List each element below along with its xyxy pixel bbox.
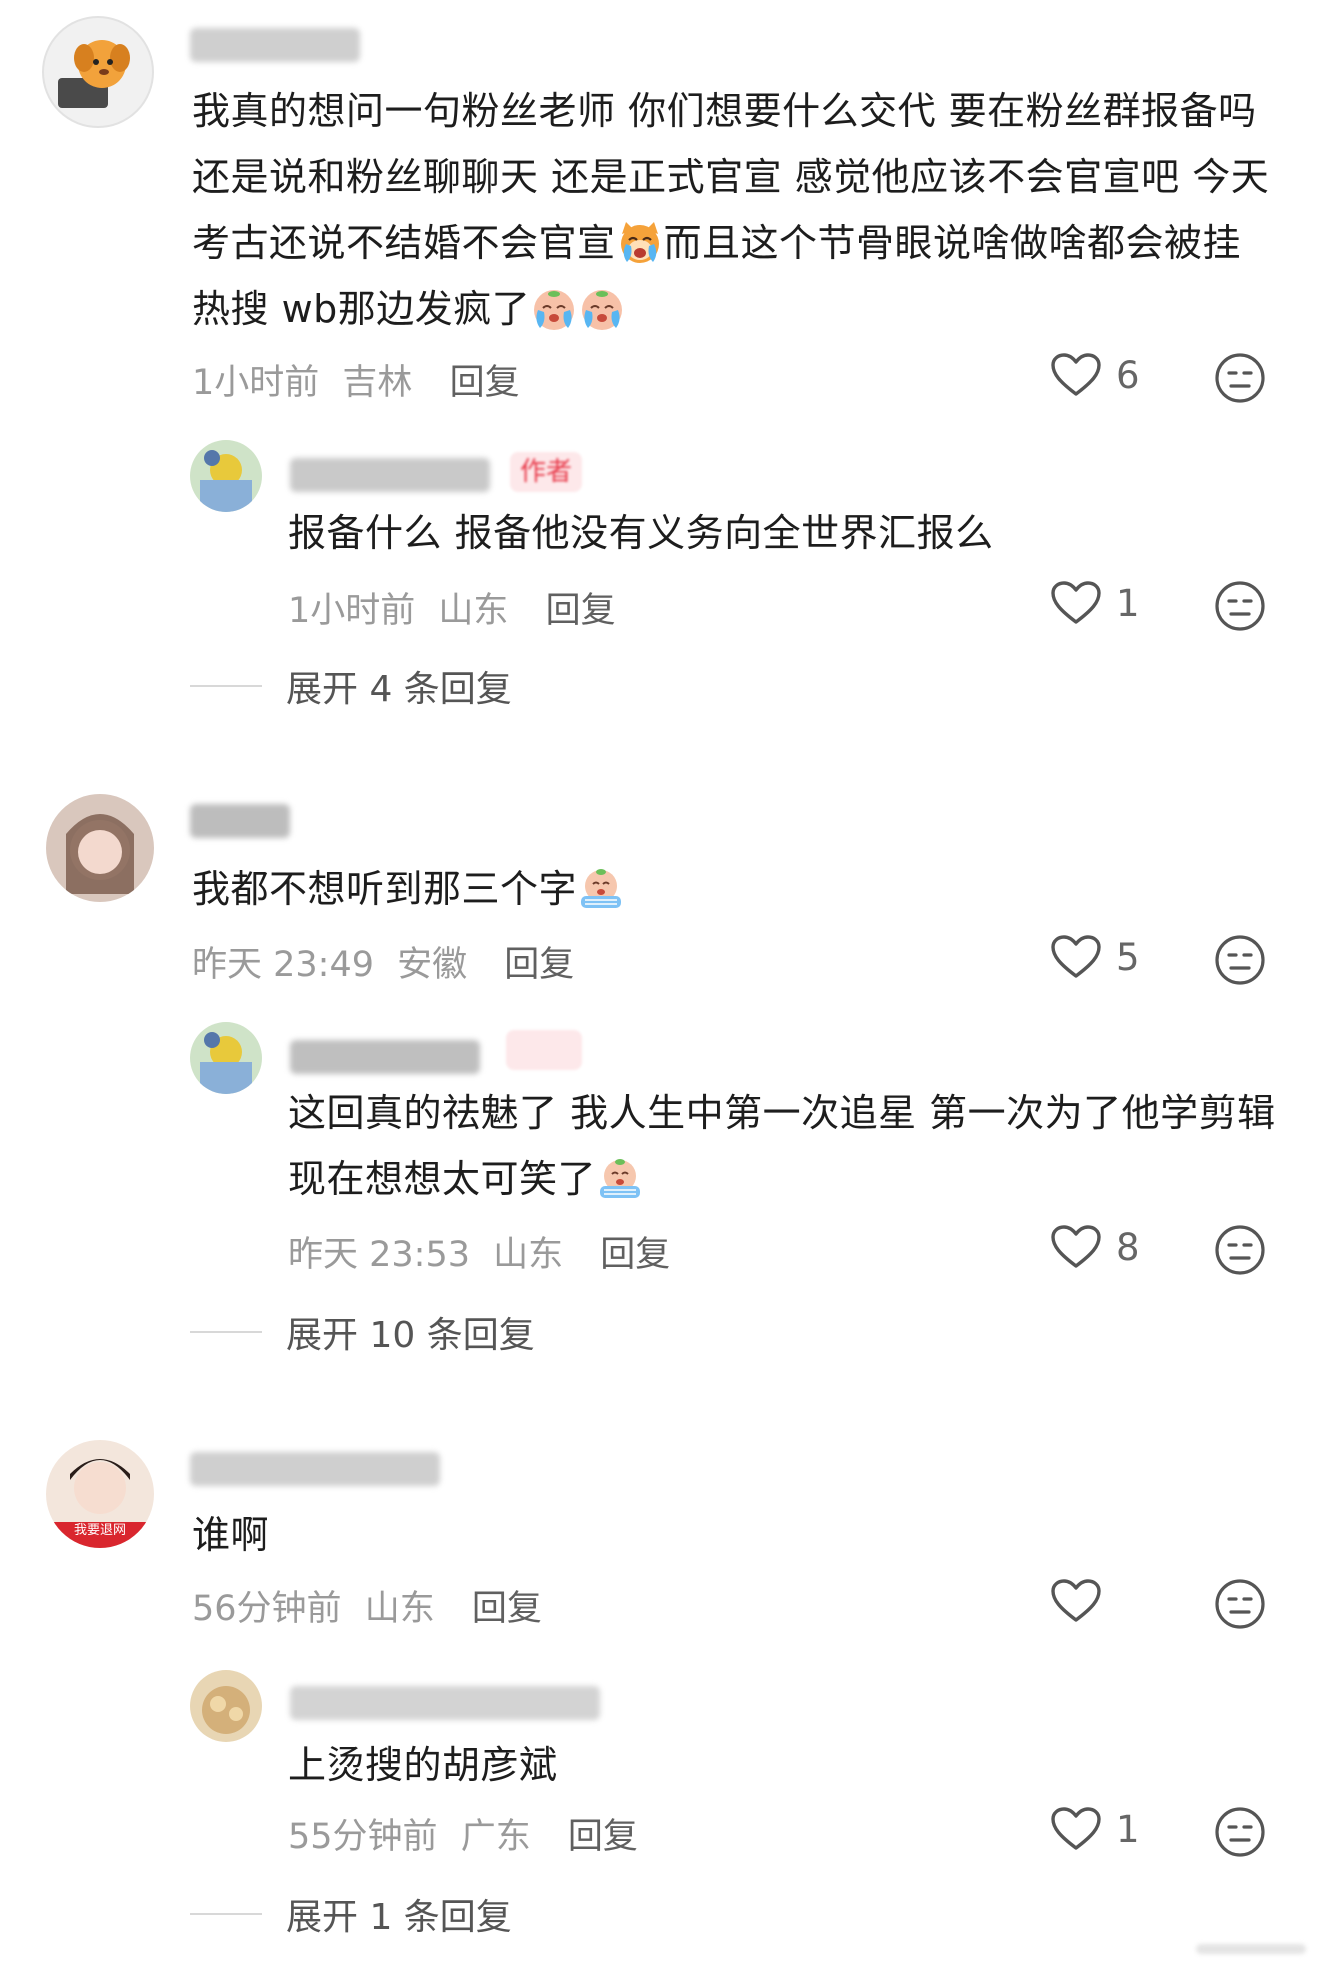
- reply-button[interactable]: 回复: [568, 1817, 638, 1857]
- expand-replies-button[interactable]: 展开 10 条回复: [190, 1306, 535, 1358]
- author-badge: 作者: [510, 452, 583, 492]
- reply-body: 报备什么 报备他没有义务向全世界汇报么: [288, 511, 994, 555]
- reply-location: 山东: [438, 591, 509, 631]
- like-button[interactable]: 5: [1050, 934, 1140, 980]
- neutral-face-icon[interactable]: [1214, 1578, 1266, 1630]
- comment-text: 我都不想听到那三个字: [192, 856, 1272, 922]
- reply-button[interactable]: 回复: [546, 591, 616, 631]
- like-button[interactable]: 1: [1050, 580, 1140, 626]
- like-count: 8: [1116, 1225, 1140, 1269]
- expand-label: 展开 4 条回复: [286, 669, 512, 710]
- like-button[interactable]: 1: [1050, 1806, 1140, 1852]
- avatar[interactable]: [190, 440, 262, 512]
- reply-text: 这回真的祛魅了 我人生中第一次追星 第一次为了他学剪辑 现在想想太可笑了: [288, 1080, 1278, 1212]
- reply-meta: 1小时前 山东 回复: [288, 582, 616, 633]
- reply-time: 1小时前: [288, 591, 416, 631]
- sobbing-face-emoji: [577, 864, 625, 912]
- author-badge: [506, 1030, 582, 1070]
- reply-button[interactable]: 回复: [472, 1589, 542, 1629]
- crying-face-emoji: [530, 284, 578, 332]
- divider-line: [190, 1331, 262, 1333]
- divider-line: [190, 685, 262, 687]
- heart-outline-icon: [1050, 934, 1102, 980]
- reply-location: 山东: [493, 1235, 564, 1275]
- neutral-face-icon[interactable]: [1214, 580, 1266, 632]
- expand-label: 展开 1 条回复: [286, 1897, 512, 1938]
- heart-outline-icon: [1050, 1806, 1102, 1852]
- expand-replies-button[interactable]: 展开 4 条回复: [190, 660, 512, 712]
- username[interactable]: [290, 1686, 600, 1720]
- sobbing-face-emoji: [596, 1154, 644, 1202]
- username[interactable]: [290, 458, 490, 492]
- username[interactable]: [190, 28, 360, 62]
- reply-text: 上烫搜的胡彦斌: [288, 1732, 1278, 1798]
- reply-time: 昨天 23:53: [288, 1235, 470, 1275]
- reply-location: 广东: [460, 1817, 531, 1857]
- heart-outline-icon: [1050, 580, 1102, 626]
- crying-cat-emoji: [616, 218, 664, 266]
- reply-body: 这回真的祛魅了 我人生中第一次追星 第一次为了他学剪辑 现在想想太可笑了: [288, 1091, 1276, 1201]
- watermark: [1196, 1944, 1306, 1954]
- comment-meta: 56分钟前 山东 回复: [192, 1580, 542, 1631]
- avatar[interactable]: [190, 1670, 262, 1742]
- avatar[interactable]: [42, 16, 154, 128]
- avatar-caption: 我要退网: [73, 1523, 126, 1538]
- like-count: 1: [1116, 581, 1140, 625]
- comment-time: 1小时前: [192, 363, 320, 403]
- like-count: 5: [1116, 935, 1140, 979]
- comment-time: 昨天 23:49: [192, 945, 374, 985]
- comment-meta: 1小时前 吉林 回复: [192, 354, 520, 405]
- neutral-face-icon[interactable]: [1214, 352, 1266, 404]
- username[interactable]: [290, 1040, 480, 1074]
- heart-outline-icon: [1050, 1224, 1102, 1270]
- comment-body: 谁啊: [192, 1513, 270, 1557]
- like-button[interactable]: 6: [1050, 352, 1140, 398]
- crying-face-emoji: [578, 284, 626, 332]
- expand-label: 展开 10 条回复: [286, 1315, 535, 1356]
- divider-line: [190, 1913, 262, 1915]
- heart-outline-icon: [1050, 1578, 1102, 1624]
- comment-text: 谁啊: [192, 1502, 1272, 1568]
- comment-location: 安徽: [397, 945, 468, 985]
- comment-location: 山东: [364, 1589, 435, 1629]
- reply-text: 报备什么 报备他没有义务向全世界汇报么: [288, 500, 1278, 566]
- like-count: 6: [1116, 353, 1140, 397]
- neutral-face-icon[interactable]: [1214, 934, 1266, 986]
- expand-replies-button[interactable]: 展开 1 条回复: [190, 1888, 512, 1940]
- avatar[interactable]: 我要退网: [46, 1440, 154, 1548]
- neutral-face-icon[interactable]: [1214, 1224, 1266, 1276]
- reply-button[interactable]: 回复: [600, 1235, 670, 1275]
- comment-time: 56分钟前: [192, 1589, 342, 1629]
- reply-button[interactable]: 回复: [504, 945, 574, 985]
- comment-meta: 昨天 23:49 安徽 回复: [192, 936, 574, 987]
- reply-button[interactable]: 回复: [450, 363, 520, 403]
- comment-body: 我都不想听到那三个字: [192, 867, 578, 911]
- like-button[interactable]: [1050, 1578, 1116, 1624]
- reply-body: 上烫搜的胡彦斌: [288, 1743, 558, 1787]
- reply-time: 55分钟前: [288, 1817, 438, 1857]
- username[interactable]: [190, 1452, 440, 1486]
- like-count: 1: [1116, 1807, 1140, 1851]
- neutral-face-icon[interactable]: [1214, 1806, 1266, 1858]
- comment-location: 吉林: [342, 363, 413, 403]
- heart-outline-icon: [1050, 352, 1102, 398]
- like-button[interactable]: 8: [1050, 1224, 1140, 1270]
- reply-meta: 55分钟前 广东 回复: [288, 1808, 638, 1859]
- reply-meta: 昨天 23:53 山东 回复: [288, 1226, 670, 1277]
- avatar[interactable]: [190, 1022, 262, 1094]
- avatar[interactable]: [46, 794, 154, 902]
- comment-text: 我真的想问一句粉丝老师 你们想要什么交代 要在粉丝群报备吗 还是说和粉丝聊聊天 …: [192, 78, 1272, 342]
- username[interactable]: [190, 804, 290, 838]
